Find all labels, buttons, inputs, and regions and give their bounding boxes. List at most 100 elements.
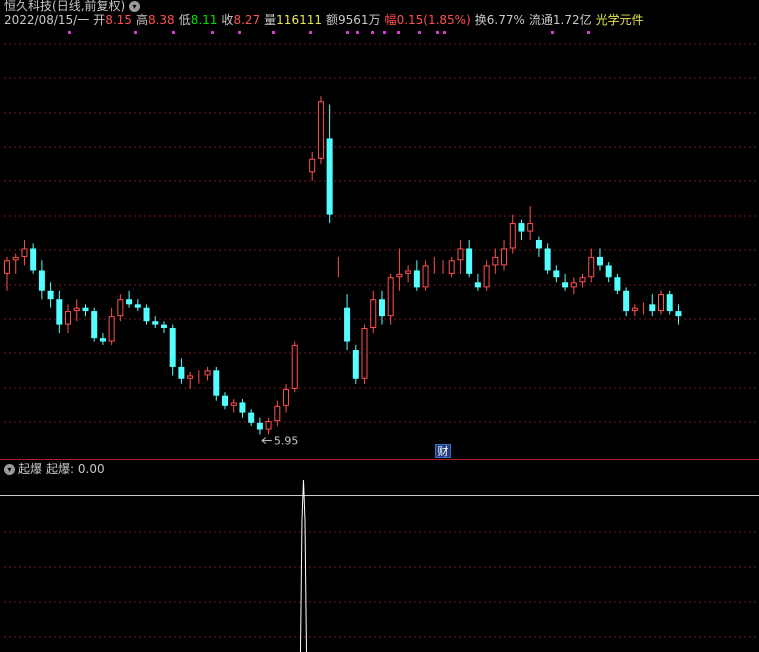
candle-body [535, 240, 542, 249]
candle-body [483, 265, 490, 288]
chevron-down-icon[interactable]: ▾ [129, 1, 141, 12]
amount-label: 额 [325, 13, 338, 27]
quote-dot [211, 31, 214, 34]
candle-body [579, 277, 586, 283]
candle-body [501, 248, 508, 266]
candle-body [658, 294, 664, 312]
candle-body [562, 282, 569, 288]
title-bar: 恒久科技(日线,前复权) ▾ [4, 0, 143, 13]
candle-body [448, 260, 455, 274]
close-label: 收 [221, 13, 234, 27]
kline-chart[interactable]: 5.95 [0, 0, 759, 460]
candle-body [544, 248, 551, 271]
low-value: 8.11 [190, 13, 218, 27]
quote-dot [356, 31, 359, 34]
candle-body [570, 282, 577, 288]
change-value: 0.15(1.85%) [396, 13, 471, 27]
candle-body [38, 270, 45, 291]
candle-body [56, 299, 63, 325]
chevron-down-icon[interactable]: ▾ [4, 464, 15, 475]
candle-body [317, 101, 324, 159]
candle-body [509, 223, 516, 249]
candle-body [413, 270, 420, 288]
open-label: 开 [93, 13, 106, 27]
candle-body [378, 299, 385, 317]
turnover-label: 换 [474, 13, 487, 27]
indicator-chart[interactable] [0, 460, 759, 652]
candle-body [283, 388, 290, 406]
candle-body [73, 307, 80, 312]
candle-body [344, 307, 351, 342]
candle-body [527, 223, 534, 232]
candle-body [117, 299, 124, 317]
quote-date: 2022/08/15/一 [4, 13, 90, 27]
candle-body [387, 277, 394, 317]
candle-body [204, 370, 211, 376]
candle-body [291, 344, 298, 389]
candle-body [631, 307, 638, 312]
candle-body [309, 158, 316, 173]
candle-body [160, 324, 167, 328]
amount-value: 9561万 [338, 13, 381, 27]
candle-body [474, 282, 481, 288]
candle-body [248, 412, 255, 423]
quote-dot [383, 31, 386, 34]
low-marker-label: 5.95 [274, 435, 299, 448]
candle-body [370, 299, 377, 329]
sector-label[interactable]: 光学元件 [596, 13, 644, 27]
turnover-value: 6.77% [486, 13, 525, 27]
quote-dot [309, 31, 312, 34]
candle-body [326, 138, 333, 215]
quote-dot [418, 31, 421, 34]
indicator-panel[interactable]: ▾ 起爆 起爆: 0.00 [0, 460, 759, 652]
candle-body [187, 375, 194, 379]
quote-dot [346, 31, 349, 34]
candle-body [466, 248, 473, 274]
indicator-value: 0.00 [77, 462, 105, 476]
candle-body [30, 248, 37, 271]
candle-body [518, 223, 525, 232]
candle-body [649, 304, 656, 312]
candle-body [213, 370, 220, 396]
open-value: 8.15 [105, 13, 132, 27]
finance-badge[interactable]: 财 [435, 444, 451, 458]
candle-body [108, 316, 115, 342]
quote-dot [371, 31, 374, 34]
volume-label: 量 [264, 13, 277, 27]
quote-dot [238, 31, 241, 34]
candle-body [396, 273, 403, 278]
quote-dot [443, 31, 446, 34]
candle-body [65, 311, 72, 325]
quote-dot [172, 31, 175, 34]
candle-body [405, 270, 412, 274]
period-label[interactable]: (日线,前复权) [52, 0, 125, 13]
volume-value: 116111 [276, 13, 322, 27]
stock-name[interactable]: 恒久科技 [4, 0, 52, 13]
candle-body [256, 422, 263, 430]
candle-body [457, 248, 464, 261]
candle-body [178, 366, 185, 379]
candle-body [47, 290, 54, 300]
quote-dot [68, 31, 71, 34]
candle-body [614, 277, 621, 291]
candle-body [492, 256, 499, 266]
candle-body [82, 307, 89, 312]
candle-body [675, 311, 682, 317]
candle-body [143, 307, 150, 322]
quote-dot [587, 31, 590, 34]
quote-dot [551, 31, 554, 34]
indicator-name[interactable]: 起爆 [18, 462, 42, 476]
candle-body [21, 248, 28, 257]
quote-dot [436, 31, 439, 34]
candle-body [12, 256, 19, 261]
candle-body [126, 299, 133, 305]
candle-body [4, 260, 10, 274]
candle-body [265, 421, 272, 430]
candle-body [422, 265, 429, 288]
candle-body [605, 265, 612, 278]
candle-body [596, 256, 603, 266]
close-value: 8.27 [233, 13, 261, 27]
quote-dot [272, 31, 275, 34]
candle-body [588, 256, 595, 278]
kline-panel[interactable]: 5.95 恒久科技(日线,前复权) ▾ 2022/08/15/一 开8.15 高8.… [0, 0, 759, 460]
